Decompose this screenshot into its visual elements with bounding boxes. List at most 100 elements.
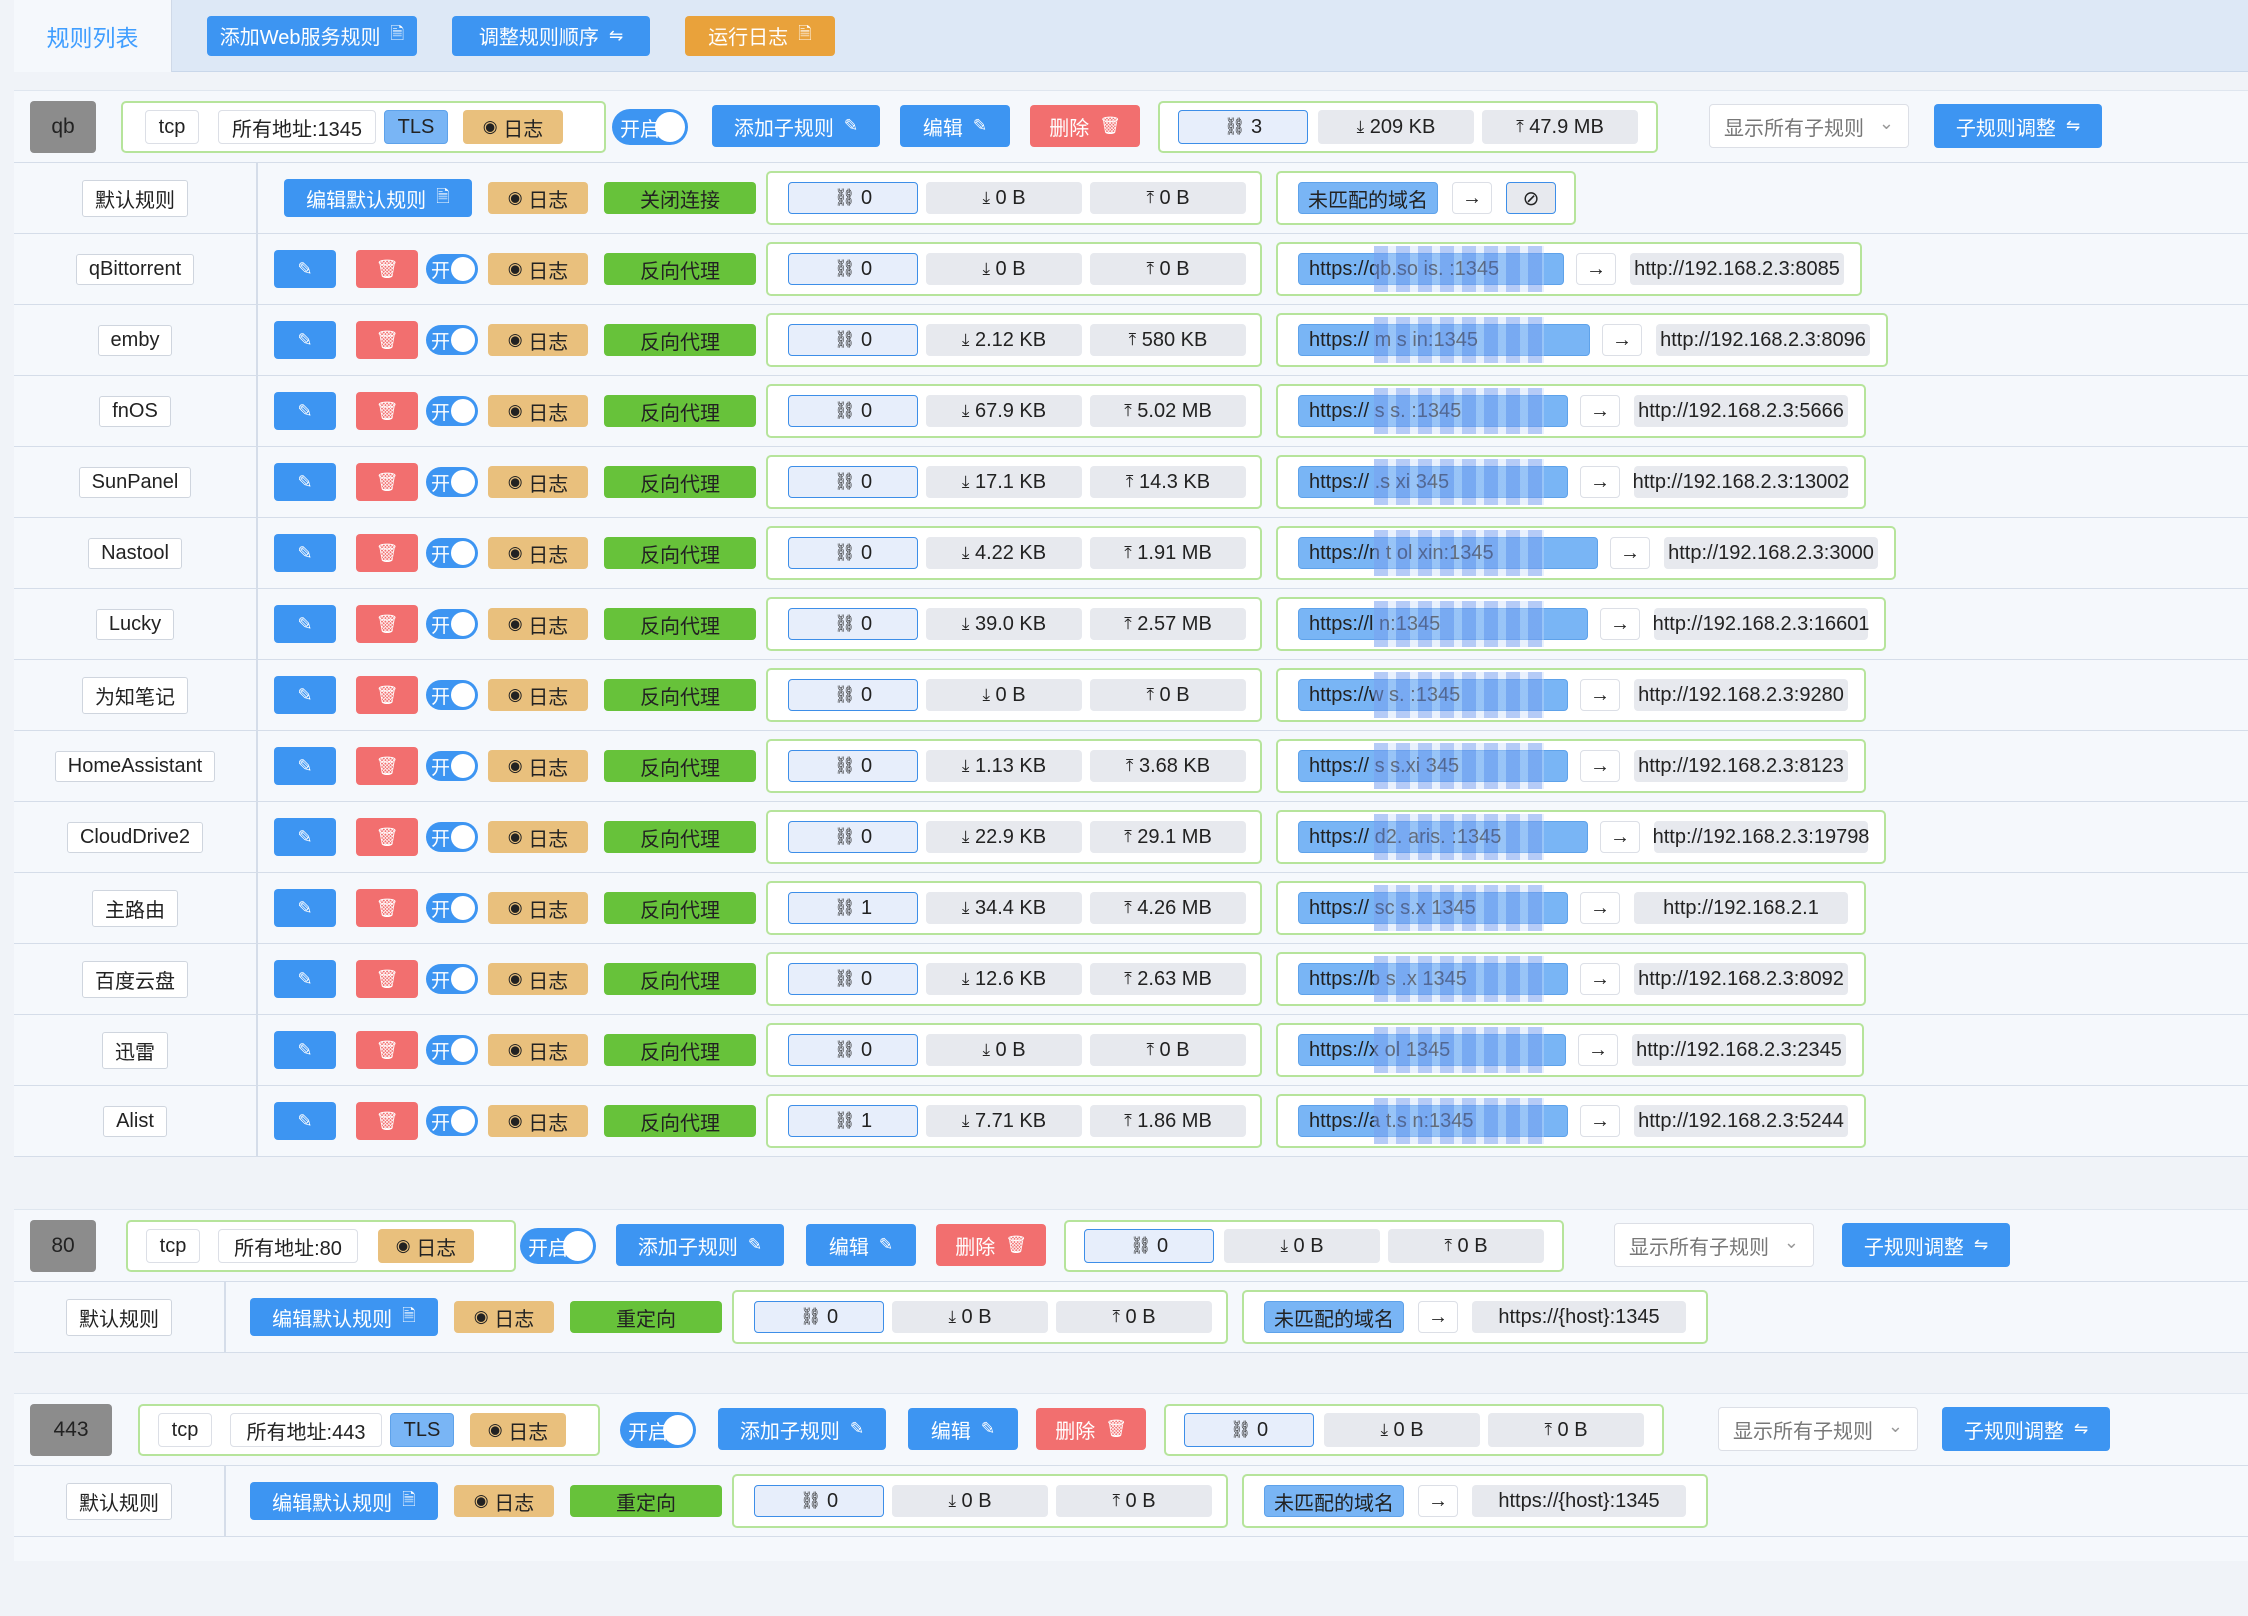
eye-icon: ◉ [507,614,523,633]
delete-rule-button[interactable]: 🗑 [356,1102,418,1140]
delete-rule-button[interactable]: 🗑 [356,534,418,572]
edit-default-rule-button[interactable]: 编辑默认规则 🗎 [250,1482,438,1520]
edit-rule-button[interactable]: ✎ [274,818,336,856]
adjust-order-button[interactable]: 调整规则顺序 ⇋ [452,15,650,56]
rule-enable-switch[interactable]: 开 [426,893,478,923]
edit-rule-button[interactable]: ✎ [274,605,336,643]
sub-rule-adjust-button[interactable]: 子规则调整 ⇋ [1842,1223,2010,1267]
rule-enable-switch[interactable]: 开 [426,396,478,426]
arrow-right-icon: → [1600,608,1640,640]
log-button[interactable]: ◉ 日志 [488,679,588,711]
delete-rule-button[interactable]: 🗑 [356,321,418,359]
download-icon: ⤓ [961,969,970,988]
delete-rule-button[interactable]: 🗑 [356,818,418,856]
log-button[interactable]: ◉ 日志 [488,892,588,924]
rule-name: Nastool [88,537,182,569]
edit-rule-button[interactable]: ✎ [274,1031,336,1069]
rule-name: fnOS [99,395,171,427]
rule-enable-switch[interactable]: 开 [426,609,478,639]
log-button[interactable]: ◉ 日志 [488,1105,588,1137]
rule-enable-switch[interactable]: 开 [426,467,478,497]
add-sub-rule-button[interactable]: 添加子规则 ✎ [616,1224,784,1266]
edit-button[interactable]: 编辑 ✎ [806,1224,916,1266]
edit-rule-button[interactable]: ✎ [274,392,336,430]
delete-rule-button[interactable]: 🗑 [356,605,418,643]
edit-default-rule-button[interactable]: 编辑默认规则 🗎 [250,1298,438,1336]
rule-enable-switch[interactable]: 开 [426,822,478,852]
enable-switch[interactable]: 开启 [520,1228,596,1264]
log-button[interactable]: ◉ 日志 [488,182,588,214]
log-button[interactable]: ◉ 日志 [488,963,588,995]
show-sub-rules-select[interactable]: 显示所有子规则 ⌄ [1709,104,1909,148]
edit-button[interactable]: 编辑 ✎ [908,1408,1018,1450]
download-icon: ⤓ [982,685,990,704]
enable-switch[interactable]: 开启 [612,109,688,145]
table-row: HomeAssistant ✎ 🗑 开 ◉ 日志 反向代理 ⛓ 0 ⤓ 1.13… [14,731,2248,802]
rule-enable-switch[interactable]: 开 [426,1035,478,1065]
edit-rule-button[interactable]: ✎ [274,321,336,359]
log-button[interactable]: ◉ 日志 [454,1485,554,1517]
redaction-mask [1374,1098,1544,1144]
edit-icon: ✎ [297,400,313,421]
edit-rule-button[interactable]: ✎ [274,889,336,927]
edit-rule-button[interactable]: ✎ [274,463,336,501]
log-button[interactable]: ◉ 日志 [488,1034,588,1066]
log-button[interactable]: ◉ 日志 [470,1413,566,1447]
delete-rule-button[interactable]: 🗑 [356,747,418,785]
log-button[interactable]: ◉ 日志 [488,750,588,782]
edit-default-rule-button[interactable]: 编辑默认规则 🗎 [284,179,472,217]
run-log-button[interactable]: 运行日志 🗎 [685,15,835,56]
arrow-right-icon: → [1452,182,1492,214]
delete-rule-button[interactable]: 🗑 [356,392,418,430]
delete-rule-button[interactable]: 🗑 [356,676,418,714]
upload-traffic: ⤒ 0 B [1090,1034,1246,1066]
edit-rule-button[interactable]: ✎ [274,250,336,288]
sub-rule-adjust-button[interactable]: 子规则调整 ⇋ [1942,1407,2110,1451]
edit-rule-button[interactable]: ✎ [274,747,336,785]
rule-enable-switch[interactable]: 开 [426,325,478,355]
add-sub-rule-button[interactable]: 添加子规则 ✎ [718,1408,886,1450]
delete-rule-button[interactable]: 🗑 [356,250,418,288]
edit-rule-button[interactable]: ✎ [274,960,336,998]
edit-rule-button[interactable]: ✎ [274,534,336,572]
edit-rule-button[interactable]: ✎ [274,1102,336,1140]
log-button[interactable]: ◉ 日志 [488,537,588,569]
delete-button[interactable]: 删除 🗑 [1030,105,1140,147]
rule-enable-switch[interactable]: 开 [426,964,478,994]
log-button[interactable]: ◉ 日志 [454,1301,554,1333]
show-sub-rules-select[interactable]: 显示所有子规则 ⌄ [1614,1223,1814,1267]
edit-button[interactable]: 编辑 ✎ [900,105,1010,147]
table-row: 迅雷 ✎ 🗑 开 ◉ 日志 反向代理 ⛓ 0 ⤓ 0 B ⤒ 0 B https… [14,1015,2248,1086]
log-button[interactable]: ◉ 日志 [488,466,588,498]
delete-button[interactable]: 删除 🗑 [1036,1408,1146,1450]
log-button[interactable]: ◉ 日志 [488,324,588,356]
delete-rule-button[interactable]: 🗑 [356,1031,418,1069]
protocol-badge: tcp [145,110,199,144]
rule-enable-switch[interactable]: 开 [426,254,478,284]
log-button[interactable]: ◉ 日志 [488,821,588,853]
group-stats: ⛓ 3 ⤓ 209 KB ⤒ 47.9 MB [1158,101,1658,153]
log-button[interactable]: ◉ 日志 [378,1229,474,1263]
rule-enable-switch[interactable]: 开 [426,1106,478,1136]
delete-button[interactable]: 删除 🗑 [936,1224,1046,1266]
tab-rule-list[interactable]: 规则列表 [14,0,172,72]
log-button[interactable]: ◉ 日志 [488,253,588,285]
add-web-rule-button[interactable]: 添加Web服务规则 🗎 [207,15,417,56]
enable-switch[interactable]: 开启 [620,1412,696,1448]
eye-icon: ◉ [507,1111,523,1130]
delete-rule-button[interactable]: 🗑 [356,960,418,998]
link-icon: ⛓ [799,1491,822,1510]
rule-enable-switch[interactable]: 开 [426,751,478,781]
show-sub-rules-select[interactable]: 显示所有子规则 ⌄ [1718,1407,1918,1451]
add-sub-rule-button[interactable]: 添加子规则 ✎ [712,105,880,147]
sub-rule-adjust-button[interactable]: 子规则调整 ⇋ [1934,104,2102,148]
edit-rule-button[interactable]: ✎ [274,676,336,714]
route-target: https:// m s in:1345 → http://192.168.2.… [1276,313,1888,367]
rule-enable-switch[interactable]: 开 [426,680,478,710]
log-button[interactable]: ◉ 日志 [488,608,588,640]
delete-rule-button[interactable]: 🗑 [356,889,418,927]
log-button[interactable]: ◉ 日志 [463,110,563,144]
log-button[interactable]: ◉ 日志 [488,395,588,427]
rule-enable-switch[interactable]: 开 [426,538,478,568]
delete-rule-button[interactable]: 🗑 [356,463,418,501]
